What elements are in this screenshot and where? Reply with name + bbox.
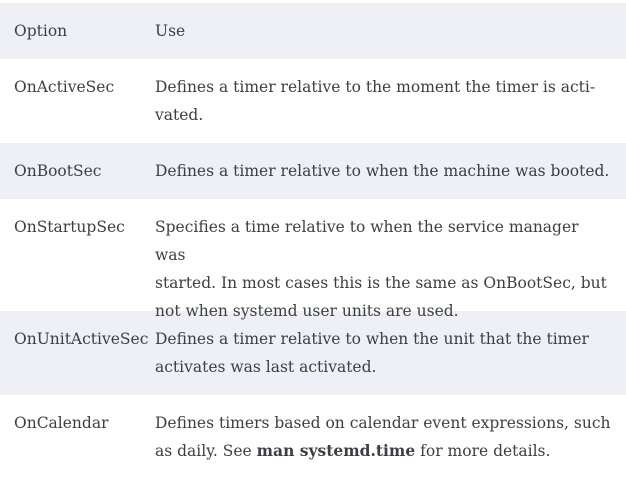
description-line: activates was last activated. <box>155 358 377 376</box>
header-use: Use <box>155 22 186 40</box>
option-description: Defines a timer relative to when the mac… <box>155 157 626 185</box>
description-line: as daily. See man systemd.time for more … <box>155 437 612 465</box>
description-line: vated. <box>155 106 204 124</box>
table-header-row: Option Use <box>0 3 626 59</box>
description-line: Defines timers based on calendar event e… <box>155 414 611 432</box>
description-text: as daily. See <box>155 442 257 460</box>
option-description: Defines a timer relative to the moment t… <box>155 73 626 129</box>
option-name: OnBootSec <box>14 162 102 180</box>
description-text: for more details. <box>415 442 551 460</box>
options-table: Option Use OnActiveSec Defines a timer r… <box>0 0 626 479</box>
table-row: OnActiveSec Defines a timer relative to … <box>0 59 626 143</box>
option-description: Specifies a time relative to when the se… <box>155 213 626 325</box>
option-description: Defines timers based on calendar event e… <box>155 409 626 465</box>
table-row: OnCalendar Defines timers based on calen… <box>0 395 626 479</box>
option-name: OnStartupSec <box>14 218 125 236</box>
description-line: Defines a timer relative to when the uni… <box>155 330 589 348</box>
option-name: OnUnitActiveSec <box>14 330 149 348</box>
description-line: Defines a timer relative to the moment t… <box>155 78 596 96</box>
description-line: started. In most cases this is the same … <box>155 274 607 292</box>
table-row: OnBootSec Defines a timer relative to wh… <box>0 143 626 199</box>
command-reference: man systemd.time <box>256 441 416 460</box>
option-name: OnCalendar <box>14 414 109 432</box>
description-line: Defines a timer relative to when the mac… <box>155 162 610 180</box>
description-line: not when systemd user units are used. <box>155 302 459 320</box>
option-description: Defines a timer relative to when the uni… <box>155 325 626 381</box>
option-name: OnActiveSec <box>14 78 115 96</box>
table-row: OnStartupSec Specifies a time relative t… <box>0 199 626 320</box>
header-option: Option <box>14 22 68 40</box>
description-line: Specifies a time relative to when the se… <box>155 218 579 264</box>
